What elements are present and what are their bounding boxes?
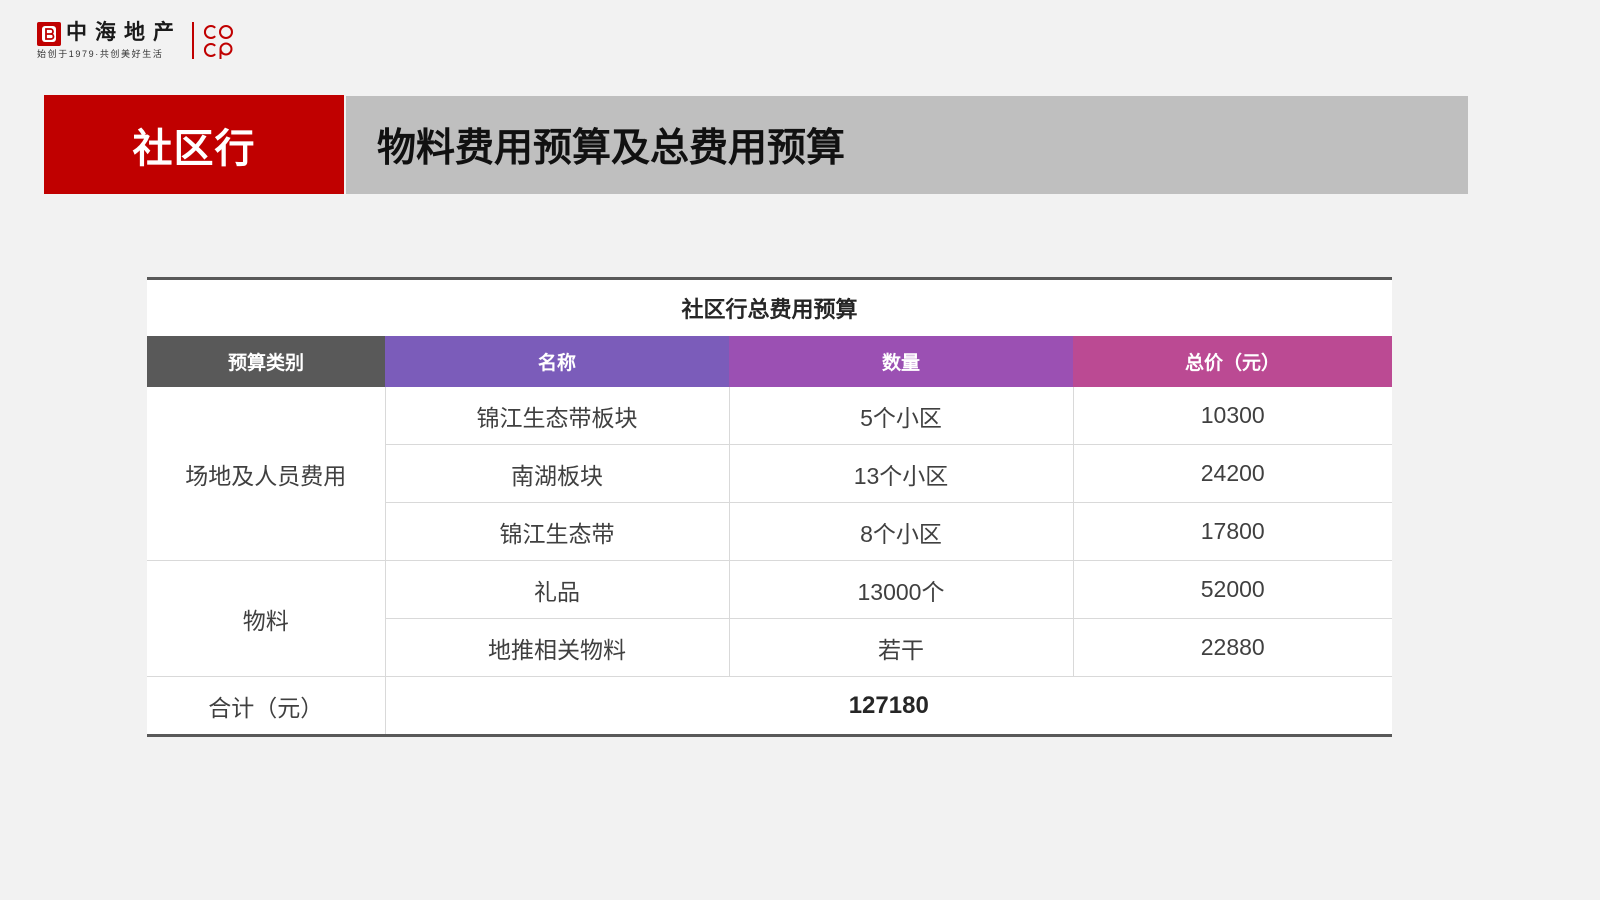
total-label: 合计（元） — [208, 694, 324, 721]
name-cell: 地推相关物料 — [384, 618, 729, 677]
total-cell: 24200 — [1072, 444, 1393, 503]
table-header-row: 预算类别 名称 数量 总价（元） — [147, 336, 1393, 387]
budget-table: 社区行总费用预算 预算类别 名称 数量 总价（元） 场地及人员费用 锦江生态带板… — [147, 277, 1393, 737]
name-cell: 锦江生态带 — [384, 502, 729, 561]
total-cell: 22880 — [1072, 618, 1393, 677]
table-row: 物料 礼品 13000个 52000 — [147, 560, 1393, 677]
total-cell: 52000 — [1072, 560, 1393, 619]
header-category: 预算类别 — [147, 336, 385, 387]
table-caption-row: 社区行总费用预算 — [147, 279, 1392, 337]
category-cell: 场地及人员费用 — [147, 387, 385, 561]
total-cell: 17800 — [1072, 502, 1393, 561]
total-value: 127180 — [384, 676, 1393, 736]
title-bar: 物料费用预算及总费用预算 — [346, 96, 1468, 194]
category-cell: 物料 — [147, 560, 385, 677]
header-total: 总价（元） — [1073, 336, 1393, 387]
page-title: 物料费用预算及总费用预算 — [377, 127, 846, 170]
table-row: 场地及人员费用 锦江生态带板块 5个小区 10300 — [147, 387, 1393, 561]
name-cell: 礼品 — [384, 560, 729, 619]
name-cell: 南湖板块 — [384, 444, 729, 503]
quantity-cell: 13个小区 — [728, 444, 1073, 503]
quantity-cell: 5个小区 — [728, 387, 1073, 445]
quantity-cell: 13000个 — [728, 560, 1073, 619]
brand-tagline: 始创于1979·共创美好生活 — [37, 49, 164, 59]
china-overseas-icon — [37, 22, 61, 46]
quantity-cell: 若干 — [728, 618, 1073, 677]
header-name: 名称 — [385, 336, 729, 387]
brand-name: 中海地产 — [66, 21, 182, 44]
logo-divider — [192, 22, 194, 59]
total-cell: 10300 — [1072, 387, 1393, 445]
section-label: 社区行 — [44, 95, 344, 194]
header-quantity: 数量 — [729, 336, 1073, 387]
table-caption: 社区行总费用预算 — [681, 297, 858, 322]
name-cell: 锦江生态带板块 — [384, 387, 729, 445]
quantity-cell: 8个小区 — [728, 502, 1073, 561]
table-total-row: 合计（元） 127180 — [147, 676, 1393, 736]
coli-logo — [203, 25, 233, 59]
